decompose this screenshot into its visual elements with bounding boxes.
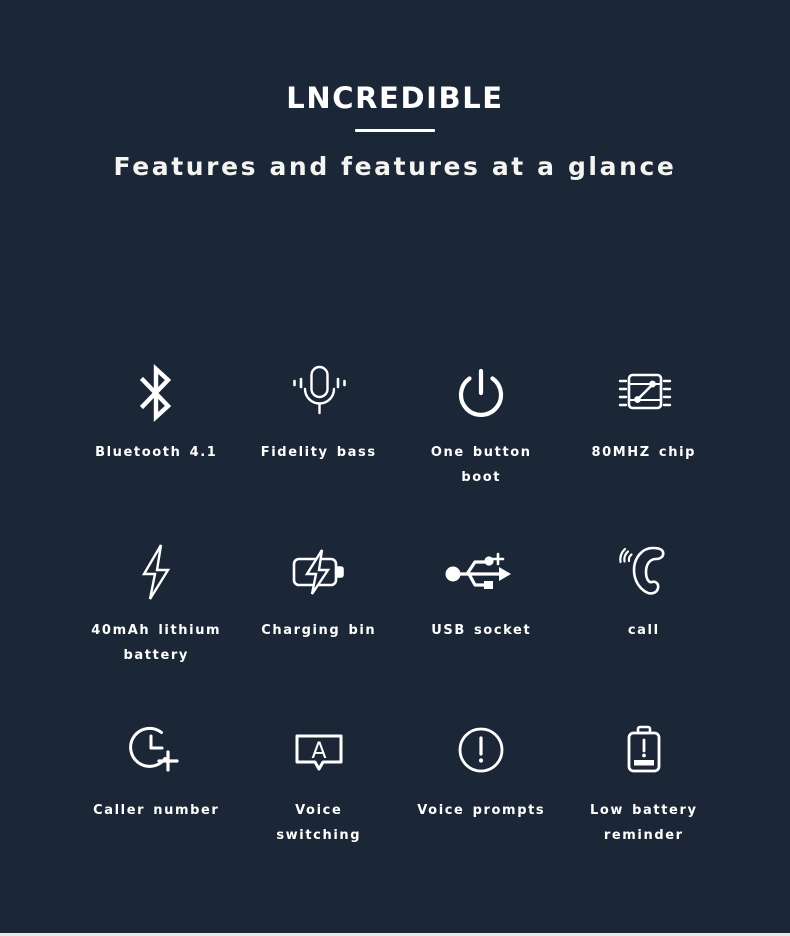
feature-label: Bluetooth 4.1 [95, 445, 218, 460]
feature-label: Charging bin [261, 623, 377, 638]
promo-feature-page: LNCREDIBLE Features and features at a gl… [0, 0, 790, 936]
feature-label: 80MHZ chip [591, 445, 697, 460]
feature-label: 40mAh lithium battery [91, 623, 222, 664]
feature-item-charging-bin: Charging bin [238, 540, 401, 720]
feature-label: Fidelity bass [260, 445, 377, 460]
page-subtitle: Features and features at a glance [113, 152, 677, 181]
exclamation-circle-icon [453, 720, 509, 784]
feature-label: Voice prompts [417, 803, 546, 818]
feature-item-low-battery: Low battery reminder [563, 720, 726, 900]
feature-label: Low battery reminder [589, 803, 698, 844]
feature-item-fidelity-bass: Fidelity bass [238, 360, 401, 540]
speech-bubble-a-icon: A [290, 720, 348, 784]
feature-item-voice-switching: A Voice switching [238, 720, 401, 900]
feature-label: One button boot [430, 445, 532, 486]
clock-plus-icon [127, 720, 185, 784]
lightning-bolt-icon [134, 540, 178, 604]
feature-item-chip: 80MHZ chip [563, 360, 726, 540]
bluetooth-icon [133, 360, 179, 426]
power-button-icon [452, 360, 510, 426]
page-header: LNCREDIBLE Features and features at a gl… [0, 0, 790, 181]
feature-item-voice-prompts: Voice prompts [400, 720, 563, 900]
feature-label: Voice switching [276, 803, 362, 844]
feature-item-usb-socket: USB socket [400, 540, 563, 720]
low-battery-icon [619, 720, 669, 784]
phone-handset-icon [616, 540, 672, 604]
svg-text:A: A [311, 739, 326, 764]
feature-item-lithium-battery: 40mAh lithium battery [75, 540, 238, 720]
chip-icon [614, 360, 674, 426]
feature-item-one-button-boot: One button boot [400, 360, 563, 540]
feature-label: call [627, 623, 660, 638]
feature-label: USB socket [431, 623, 532, 638]
page-title: LNCREDIBLE [286, 81, 504, 115]
usb-icon [443, 540, 519, 604]
battery-charging-icon [288, 540, 350, 604]
feature-label: Caller number [93, 803, 220, 818]
feature-item-bluetooth: Bluetooth 4.1 [75, 360, 238, 540]
microphone-icon [284, 360, 354, 426]
feature-grid: Bluetooth 4.1 Fidelity bass One button b… [75, 360, 725, 900]
feature-item-call: call [563, 540, 726, 720]
feature-item-caller-number: Caller number [75, 720, 238, 900]
